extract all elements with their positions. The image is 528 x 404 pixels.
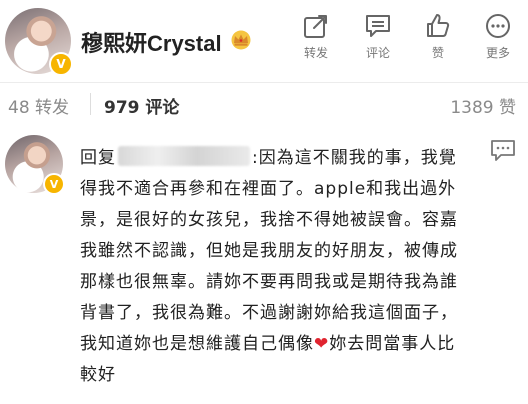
forward-count[interactable]: 48 转发 xyxy=(8,93,69,118)
stats-divider xyxy=(90,93,91,115)
commenter-avatar[interactable]: V xyxy=(5,135,65,195)
comment-text: :因為這不關我的事，我覺得我不適合再參和在裡面了。apple和我出過外景，是很好… xyxy=(80,148,458,354)
share-label: 转发 xyxy=(303,46,328,60)
comment-button[interactable]: 评论 xyxy=(350,10,406,70)
comment-body: 回复:因為這不關我的事，我覺得我不適合再參和在裡面了。apple和我出過外景，是… xyxy=(80,143,458,391)
comment-item: V 回复:因為這不關我的事，我覺得我不適合再參和在裡面了。apple和我出過外景… xyxy=(0,125,528,404)
post-stats-bar: 48 转发 979 评论 1389 赞 xyxy=(0,82,528,126)
comment-label: 评论 xyxy=(365,46,390,60)
like-button[interactable]: 赞 xyxy=(410,10,466,70)
share-button[interactable]: 转发 xyxy=(288,10,344,70)
comment-count[interactable]: 979 评论 xyxy=(104,93,179,118)
author-avatar[interactable]: V xyxy=(5,8,73,76)
comment-icon xyxy=(366,15,390,37)
like-label: 赞 xyxy=(431,46,444,60)
verified-badge: V xyxy=(49,52,73,76)
reply-comment-icon[interactable] xyxy=(490,139,516,163)
share-icon xyxy=(304,15,327,38)
commenter-verified-badge: V xyxy=(43,173,65,195)
thumbs-up-icon xyxy=(427,14,450,37)
heart-icon: ❤ xyxy=(314,334,330,354)
weibo-post-header: V 穆熙妍Crystal 转发 评论 赞 更多 xyxy=(0,0,528,82)
more-label: 更多 xyxy=(485,46,510,60)
crown-icon xyxy=(231,30,251,50)
like-count[interactable]: 1389 赞 xyxy=(450,93,516,118)
more-button[interactable]: 更多 xyxy=(470,10,526,70)
redacted-username xyxy=(118,146,250,166)
reply-prefix: 回复 xyxy=(80,148,116,168)
more-icon xyxy=(486,14,510,38)
author-username[interactable]: 穆熙妍Crystal xyxy=(81,26,222,58)
